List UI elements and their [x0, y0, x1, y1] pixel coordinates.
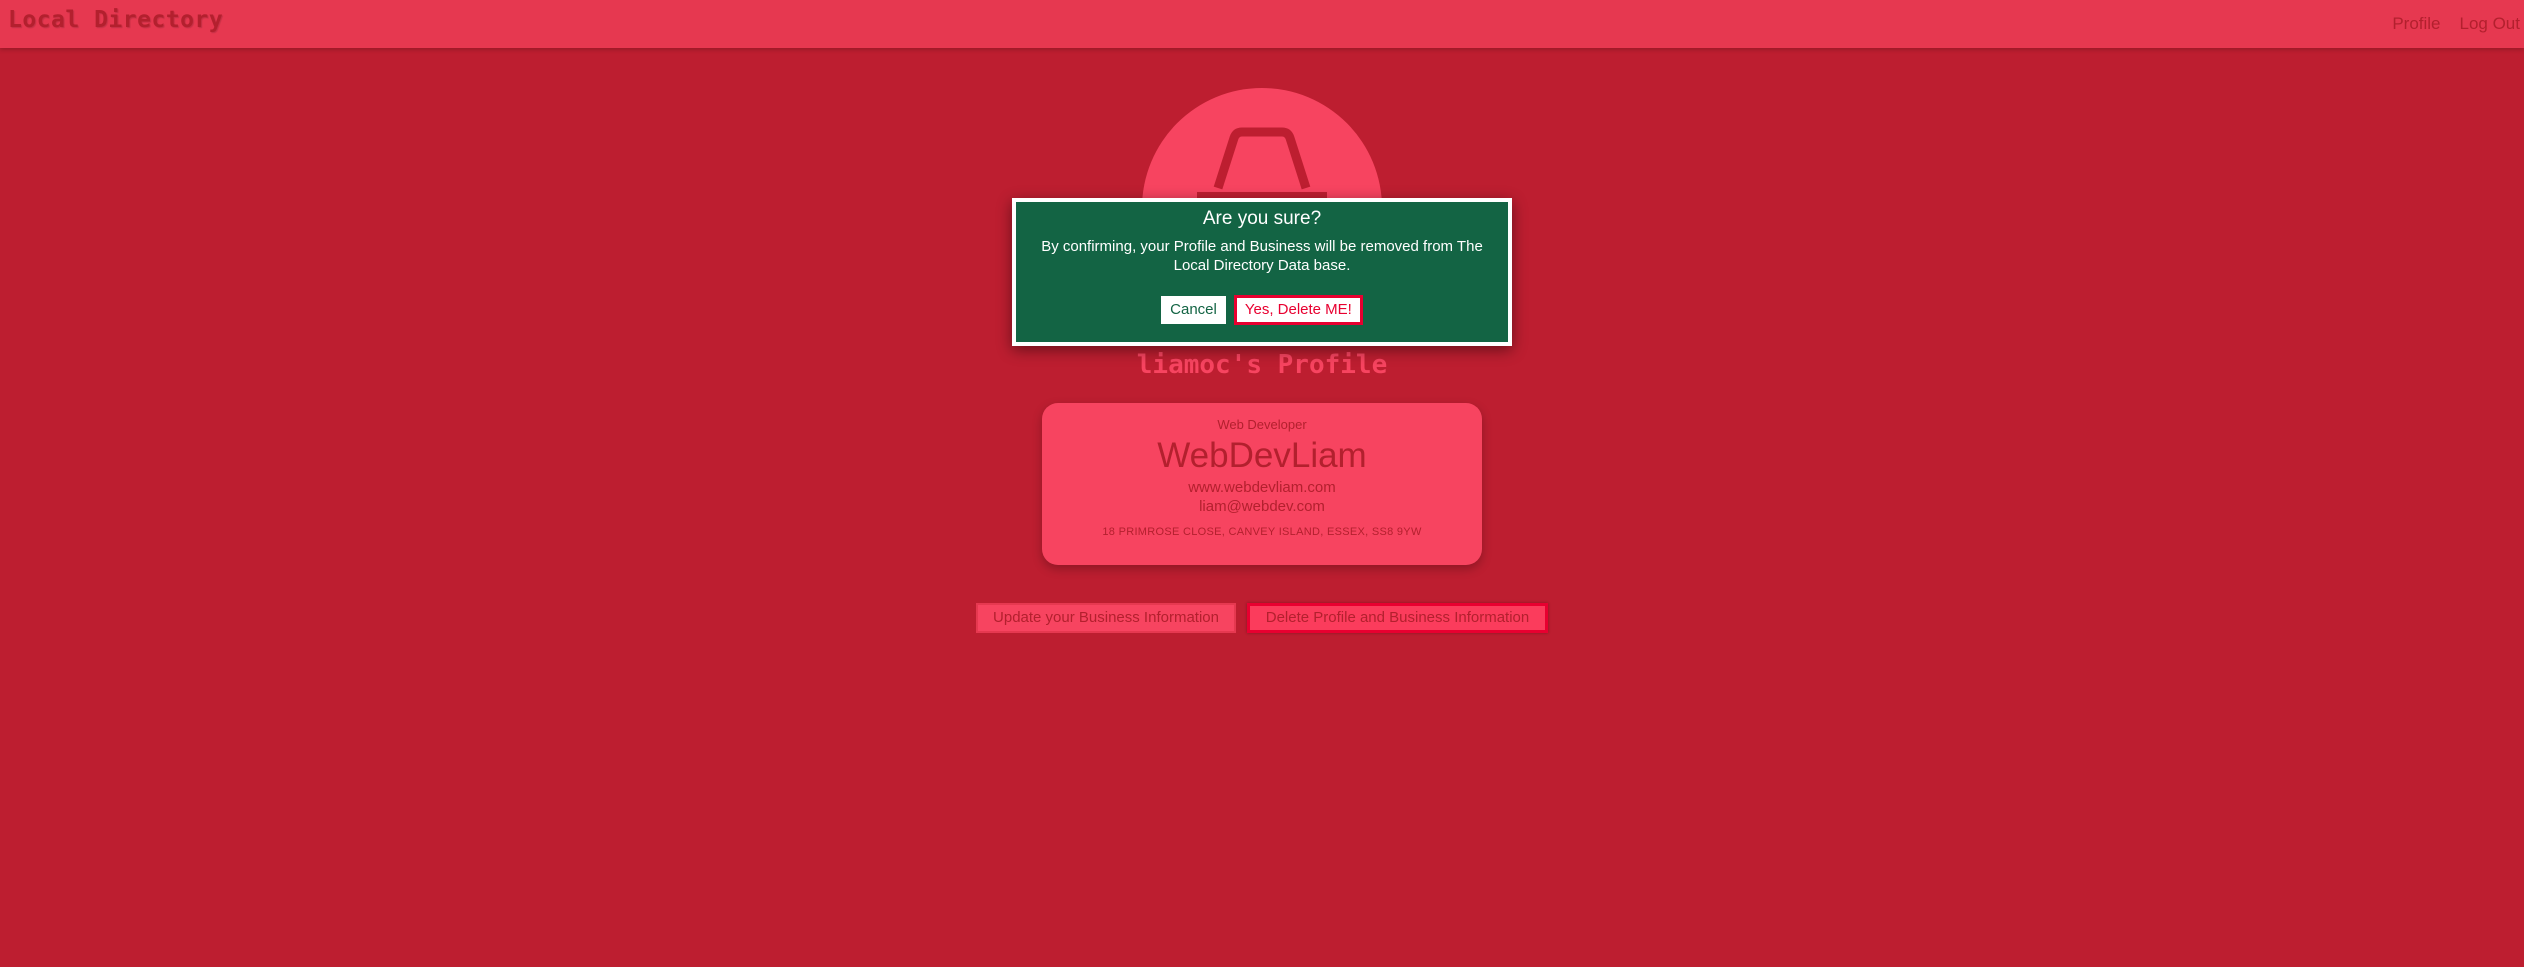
brand-logo[interactable]: Local Directory: [8, 7, 223, 33]
modal-title: Are you sure?: [1202, 208, 1322, 229]
confirm-delete-button[interactable]: Yes, Delete ME!: [1233, 295, 1363, 325]
business-address: 18 PRIMROSE CLOSE, CANVEY ISLAND, ESSEX,…: [1102, 526, 1422, 538]
nav-link-logout[interactable]: Log Out: [2460, 14, 2521, 34]
business-name: WebDevLiam: [1157, 436, 1367, 475]
cancel-button[interactable]: Cancel: [1161, 296, 1226, 324]
navbar: Local Directory Profile Log Out: [0, 0, 2524, 48]
confirm-delete-modal: Are you sure? By confirming, your Profil…: [1012, 198, 1512, 346]
modal-buttons: Cancel Yes, Delete ME!: [1016, 295, 1508, 325]
nav-link-profile[interactable]: Profile: [2392, 14, 2440, 34]
business-email: liam@webdev.com: [1199, 498, 1325, 515]
business-card: Web Developer WebDevLiam www.webdevliam.…: [1042, 403, 1482, 565]
nav-links: Profile Log Out: [2356, 0, 2524, 48]
profile-title: liamoc's Profile: [1136, 350, 1388, 380]
business-website: www.webdevliam.com: [1188, 479, 1336, 496]
update-business-button[interactable]: Update your Business Information: [976, 603, 1236, 633]
modal-message: By confirming, your Profile and Business…: [1041, 238, 1483, 274]
job-title: Web Developer: [1217, 417, 1307, 432]
delete-profile-button[interactable]: Delete Profile and Business Information: [1247, 603, 1548, 633]
